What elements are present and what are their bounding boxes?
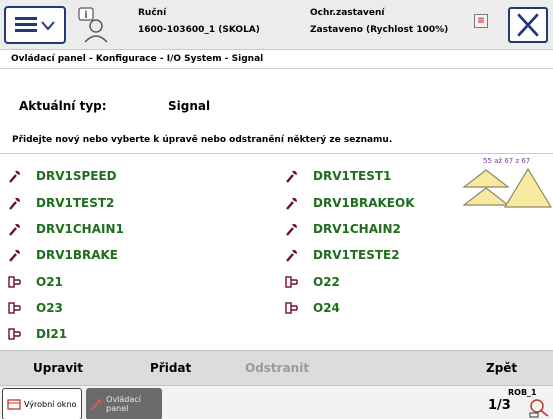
hamburger-menu-icon [15,17,37,33]
close-icon[interactable] [508,7,548,43]
io-signal-icon [285,302,298,314]
wrench-icon [9,223,20,236]
list-item-label: DRV1BRAKE [36,248,119,262]
current-type-value: Signal [168,99,211,113]
list-item[interactable]: O24 [285,298,340,318]
wrench-icon [9,170,20,183]
io-signal-icon [8,328,21,340]
operating-mode: Ruční [138,8,167,18]
control-panel-label: Ovládací panel [106,395,141,413]
command-bar: Upravit Přidat Odstranit Zpět [0,350,553,385]
list-item-label: DRV1BRAKEOK [313,196,415,210]
list-item-label: DRV1SPEED [36,169,117,183]
control-panel-task[interactable]: Ovládací panel [86,388,162,419]
delete-button[interactable]: Odstranit [245,351,309,386]
list-item[interactable]: DRV1BRAKEOK [285,193,415,213]
controller-name: 1600-103600_1 (SKOLA) [138,25,260,35]
wrench-icon [286,249,297,262]
production-window-task[interactable]: Výrobní okno [2,388,82,419]
list-item[interactable]: DRV1CHAIN1 [8,219,124,239]
mode-info: Ruční 1600-103600_1 (SKOLA) [138,5,260,39]
list-item[interactable]: DRV1TEST1 [285,166,391,186]
state-value: Zastaveno (Rychlost 100%) [310,25,449,35]
list-item-label: DRV1TESTE2 [313,248,400,262]
instruction-text: Přidejte nový nebo vyberte k úpravě nebo… [12,135,393,145]
wrench-icon [286,170,297,183]
list-item[interactable]: O21 [8,272,63,292]
current-type-label: Aktuální typ: [19,99,107,113]
main-menu-button[interactable] [4,6,66,44]
taskbar: Výrobní okno Ovládací panel [0,385,553,419]
list-item-label: DI21 [36,327,68,341]
list-item[interactable]: DRV1TESTE2 [285,245,400,265]
list-item[interactable]: O22 [285,272,340,292]
wrench-icon [286,197,297,210]
list-item-label: DRV1TEST2 [36,196,115,210]
page-counter: 55 až 67 z 67 [483,157,531,165]
list-item[interactable]: DRV1BRAKE [8,245,118,265]
list-item-label: O23 [36,301,63,315]
wrench-icon [91,399,102,411]
wrench-icon [286,223,297,236]
list-item-label: DRV1CHAIN1 [36,222,124,236]
list-item[interactable]: DRV1SPEED [8,166,117,186]
production-window-label: Výrobní okno [24,399,77,409]
io-signal-icon [285,276,298,288]
state-title: Ochr.zastavení [310,8,385,18]
list-item-label: O21 [36,275,63,289]
scroll-up-icon[interactable] [503,167,553,209]
list-item[interactable]: DI21 [8,324,67,344]
edit-button[interactable]: Upravit [33,351,83,386]
list-item[interactable]: DRV1CHAIN2 [285,219,401,239]
svg-text:i: i [84,10,87,21]
list-item[interactable]: DRV1TEST2 [8,193,114,213]
breadcrumb: Ovládací panel - Konfigurace - I/O Syste… [0,51,553,69]
back-button[interactable]: Zpět [486,351,517,386]
list-item-label: O22 [313,275,340,289]
chevron-down-icon [41,21,55,31]
io-signal-icon [8,276,21,288]
list-item-label: DRV1TEST1 [313,169,392,183]
wrench-icon [9,249,20,262]
list-item[interactable]: O23 [8,298,63,318]
list-item-label: O24 [313,301,340,315]
top-bar: i Ruční 1600-103600_1 (SKOLA) Ochr.zasta… [0,0,553,50]
production-window-icon [7,399,21,410]
io-signal-icon [8,302,21,314]
robot-arm-icon[interactable] [528,396,552,418]
add-button[interactable]: Přidat [150,351,191,386]
wrench-icon [9,197,20,210]
operator-info-icon[interactable]: i [76,6,110,44]
increment-fraction[interactable]: 1/3 [488,398,518,418]
quickset-status-icon[interactable]: ≡ [474,14,488,28]
state-info: Ochr.zastavení Zastaveno (Rychlost 100%) [310,5,448,39]
list-item-label: DRV1CHAIN2 [313,222,401,236]
